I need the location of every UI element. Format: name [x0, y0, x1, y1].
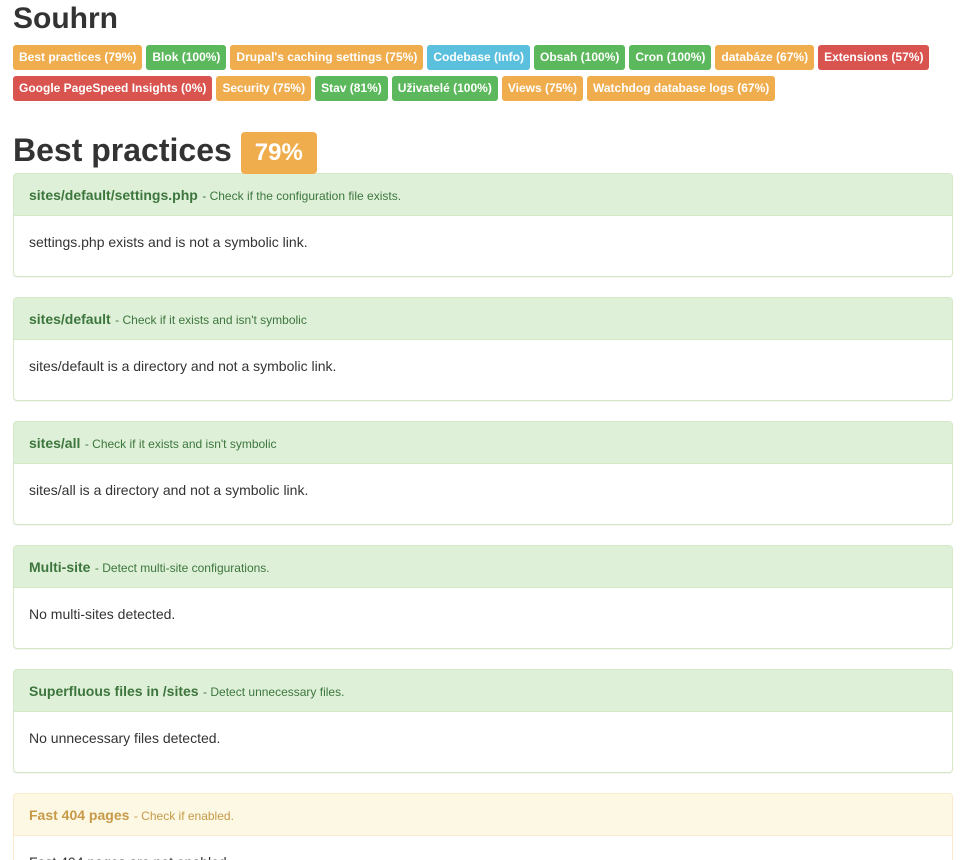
check-panel: sites/all - Check if it exists and isn't…: [13, 421, 953, 525]
check-panel: Fast 404 pages - Check if enabled. Fast …: [13, 793, 953, 860]
check-heading: Fast 404 pages - Check if enabled.: [14, 794, 952, 836]
summary-badge[interactable]: Watchdog database logs (67%): [586, 76, 776, 101]
check-heading: sites/default - Check if it exists and i…: [14, 298, 952, 340]
summary-badge[interactable]: databáze (67%): [715, 45, 815, 70]
section-header: Best practices 79%: [13, 129, 953, 174]
check-title: Fast 404 pages: [29, 807, 130, 823]
check-result: sites/all is a directory and not a symbo…: [29, 482, 309, 498]
summary-badge[interactable]: Cron (100%): [629, 45, 712, 70]
check-heading: Multi-site - Detect multi-site configura…: [14, 546, 952, 588]
summary-badge[interactable]: Security (75%): [216, 76, 312, 101]
check-panel: sites/default/settings.php - Check if th…: [13, 173, 953, 277]
summary-badge[interactable]: Drupal's caching settings (75%): [230, 45, 424, 70]
check-title: sites/default/settings.php: [29, 187, 198, 203]
summary-badges: Best practices (79%) Blok (100%) Drupal'…: [13, 45, 953, 107]
check-description: - Check if enabled.: [133, 809, 234, 823]
report-page: Souhrn Best practices (79%) Blok (100%) …: [0, 0, 961, 860]
check-heading: Superfluous files in /sites - Detect unn…: [14, 670, 952, 712]
summary-badge[interactable]: Google PageSpeed Insights (0%): [13, 76, 213, 101]
check-title: Multi-site: [29, 559, 91, 575]
check-description: - Check if the configuration file exists…: [202, 189, 402, 203]
summary-badge[interactable]: Stav (81%): [315, 76, 388, 101]
check-description: - Check if it exists and isn't symbolic: [115, 313, 307, 327]
check-title: sites/all: [29, 435, 81, 451]
summary-title: Souhrn: [13, 2, 118, 35]
summary-badge[interactable]: Views (75%): [501, 76, 583, 101]
section-title: Best practices: [13, 132, 232, 168]
summary-badge[interactable]: Obsah (100%): [534, 45, 626, 70]
check-panel: Multi-site - Detect multi-site configura…: [13, 545, 953, 649]
summary-badge[interactable]: Best practices (79%): [13, 45, 143, 70]
summary-badge[interactable]: Blok (100%): [146, 45, 227, 70]
section-score-badge: 79%: [240, 132, 317, 174]
check-result: settings.php exists and is not a symboli…: [29, 234, 308, 250]
summary-badge[interactable]: Uživatelé (100%): [391, 76, 498, 101]
check-description: - Detect unnecessary files.: [203, 685, 345, 699]
check-title: sites/default: [29, 311, 111, 327]
check-result: No multi-sites detected.: [29, 606, 176, 622]
check-heading: sites/default/settings.php - Check if th…: [14, 174, 952, 216]
summary-badge[interactable]: Extensions (57%): [818, 45, 930, 70]
check-list: sites/default/settings.php - Check if th…: [13, 173, 953, 860]
check-result: sites/default is a directory and not a s…: [29, 358, 337, 374]
check-heading: sites/all - Check if it exists and isn't…: [14, 422, 952, 464]
check-panel: Superfluous files in /sites - Detect unn…: [13, 669, 953, 773]
check-result: Fast 404 pages are not enabled.: [14, 836, 952, 860]
check-title: Superfluous files in /sites: [29, 683, 199, 699]
summary-badge[interactable]: Codebase (Info): [427, 45, 530, 70]
check-result: No unnecessary files detected.: [29, 730, 221, 746]
check-panel: sites/default - Check if it exists and i…: [13, 297, 953, 401]
check-description: - Check if it exists and isn't symbolic: [84, 437, 277, 451]
check-description: - Detect multi-site configurations.: [94, 561, 270, 575]
